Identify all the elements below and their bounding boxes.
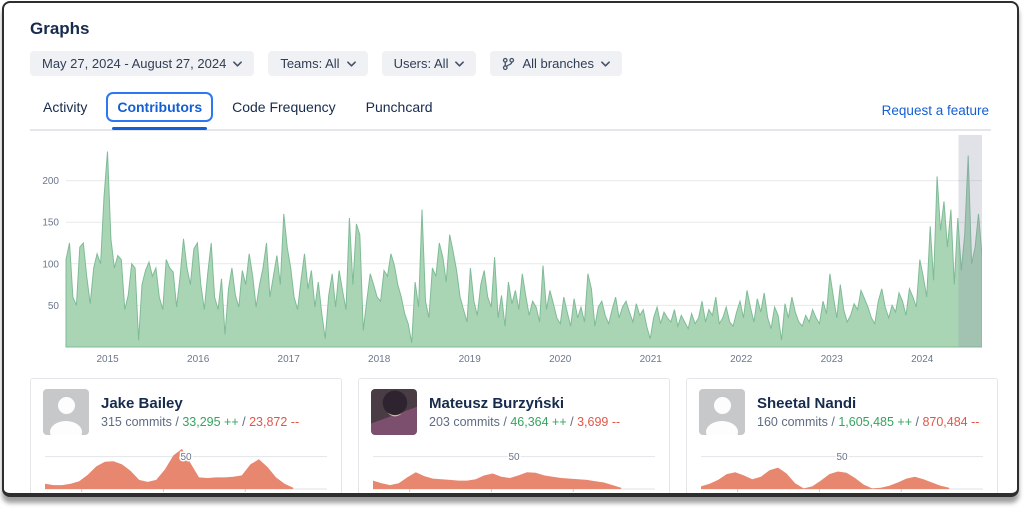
commit-count: 315 commits: [101, 415, 172, 429]
svg-text:JUNE: JUNE: [398, 495, 421, 497]
contributor-cards: Jake Bailey 315 commits / 33,295 ++ / 23…: [30, 378, 998, 497]
additions: 46,364 ++: [510, 415, 567, 429]
svg-text:JULY: JULY: [153, 495, 174, 497]
deletions: 3,699 --: [577, 415, 621, 429]
contributor-card: Jake Bailey 315 commits / 33,295 ++ / 23…: [30, 378, 342, 497]
separator: /: [503, 415, 507, 429]
svg-text:50: 50: [180, 452, 192, 463]
contributor-mini-chart: 50 JUNE JULY AUGUST: [701, 451, 983, 497]
svg-text:2021: 2021: [640, 354, 663, 365]
svg-text:AUGUST: AUGUST: [227, 495, 263, 497]
separator: /: [242, 415, 246, 429]
contributor-card: Mateusz Burzyński 203 commits / 46,364 +…: [358, 378, 670, 497]
svg-text:JULY: JULY: [481, 495, 502, 497]
filter-bar: May 27, 2024 - August 27, 2024 Teams: Al…: [30, 51, 991, 76]
additions: 1,605,485 ++: [838, 415, 912, 429]
contributor-card: Sheetal Nandi 160 commits / 1,605,485 ++…: [686, 378, 998, 497]
date-range-filter[interactable]: May 27, 2024 - August 27, 2024: [30, 51, 255, 76]
svg-text:JUNE: JUNE: [70, 495, 93, 497]
deletions: 870,484 --: [922, 415, 980, 429]
avatar: [43, 389, 89, 435]
contributor-stats: 160 commits / 1,605,485 ++ / 870,484 --: [757, 415, 979, 429]
svg-text:2015: 2015: [97, 354, 120, 365]
svg-text:100: 100: [42, 259, 59, 270]
chevron-down-icon: [455, 60, 465, 67]
svg-text:AUGUST: AUGUST: [883, 495, 919, 497]
svg-text:200: 200: [42, 176, 59, 187]
commit-count: 203 commits: [429, 415, 500, 429]
contributor-stats: 315 commits / 33,295 ++ / 23,872 --: [101, 415, 299, 429]
svg-text:2018: 2018: [368, 354, 391, 365]
svg-text:2020: 2020: [549, 354, 572, 365]
svg-text:150: 150: [42, 218, 59, 229]
commit-count: 160 commits: [757, 415, 828, 429]
svg-text:2022: 2022: [730, 354, 753, 365]
separator: /: [915, 415, 919, 429]
svg-text:2017: 2017: [278, 354, 301, 365]
contributor-name: Jake Bailey: [101, 395, 183, 412]
contributor-stats: 203 commits / 46,364 ++ / 3,699 --: [429, 415, 620, 429]
request-feature-link[interactable]: Request a feature: [882, 103, 989, 122]
separator: /: [831, 415, 835, 429]
tab-bar: Activity Contributors Code Frequency Pun…: [30, 92, 991, 131]
additions: 33,295 ++: [182, 415, 239, 429]
svg-text:50: 50: [836, 452, 848, 463]
tab-activity[interactable]: Activity: [32, 92, 98, 122]
teams-label: Teams: All: [280, 56, 340, 71]
tab-contributors[interactable]: Contributors: [106, 92, 214, 130]
svg-text:JUNE: JUNE: [726, 495, 749, 497]
contributor-name: Mateusz Burzyński: [429, 395, 565, 412]
deletions: 23,872 --: [249, 415, 300, 429]
branches-label: All branches: [522, 56, 595, 71]
screenshot-frame: Graphs May 27, 2024 - August 27, 2024 Te…: [2, 1, 1019, 497]
svg-text:50: 50: [508, 452, 520, 463]
svg-text:2023: 2023: [821, 354, 844, 365]
date-range-label: May 27, 2024 - August 27, 2024: [42, 56, 227, 71]
tab-code-frequency[interactable]: Code Frequency: [221, 92, 347, 122]
svg-text:2024: 2024: [911, 354, 934, 365]
chevron-down-icon: [601, 60, 610, 67]
teams-filter[interactable]: Teams: All: [268, 51, 368, 76]
contributor-mini-chart: 50 JUNE JULY AUGUST: [45, 448, 327, 497]
svg-text:50: 50: [48, 301, 60, 312]
page-title: Graphs: [30, 19, 90, 38]
svg-text:AUGUST: AUGUST: [555, 495, 591, 497]
separator: /: [570, 415, 574, 429]
contributor-name: Sheetal Nandi: [757, 395, 857, 412]
chevron-down-icon: [346, 60, 356, 67]
chevron-down-icon: [233, 60, 243, 67]
tab-punchcard[interactable]: Punchcard: [355, 92, 444, 122]
separator: /: [175, 415, 179, 429]
avatar: [699, 389, 745, 435]
users-filter[interactable]: Users: All: [381, 51, 477, 76]
svg-text:JULY: JULY: [809, 495, 830, 497]
avatar-photo: [371, 389, 417, 435]
contributor-mini-chart: 50 JUNE JULY AUGUST: [373, 451, 655, 497]
svg-text:2016: 2016: [187, 354, 210, 365]
contributors-commit-chart[interactable]: 50 100 150 200 2015 2016 2017 2018 2019 2020 2021 2…: [30, 135, 983, 367]
svg-text:2019: 2019: [459, 354, 482, 365]
git-branch-icon: [503, 57, 515, 70]
branches-filter[interactable]: All branches: [490, 51, 623, 76]
users-label: Users: All: [393, 56, 449, 71]
